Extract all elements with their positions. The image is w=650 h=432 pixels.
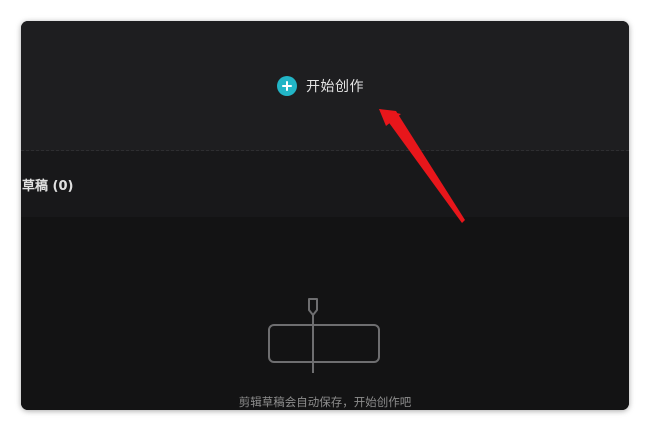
plus-circle-icon[interactable] [277,76,297,96]
drafts-title: 草稿 (0) [22,179,74,194]
drafts-empty-state: 剪辑草稿会自动保存，开始创作吧 [21,217,629,410]
start-creation-label: 开始创作 [306,79,364,95]
start-creation-panel[interactable]: 开始创作 [21,21,629,151]
timeline-editor-icon [268,298,380,373]
app-window: 开始创作 草稿 (0) 剪辑草稿会自动保存，开始创作吧 [21,21,629,410]
empty-drafts-message: 剪辑草稿会自动保存，开始创作吧 [238,395,412,409]
drafts-header: 草稿 (0) [21,151,629,217]
start-creation-button[interactable]: 开始创作 [277,75,364,97]
